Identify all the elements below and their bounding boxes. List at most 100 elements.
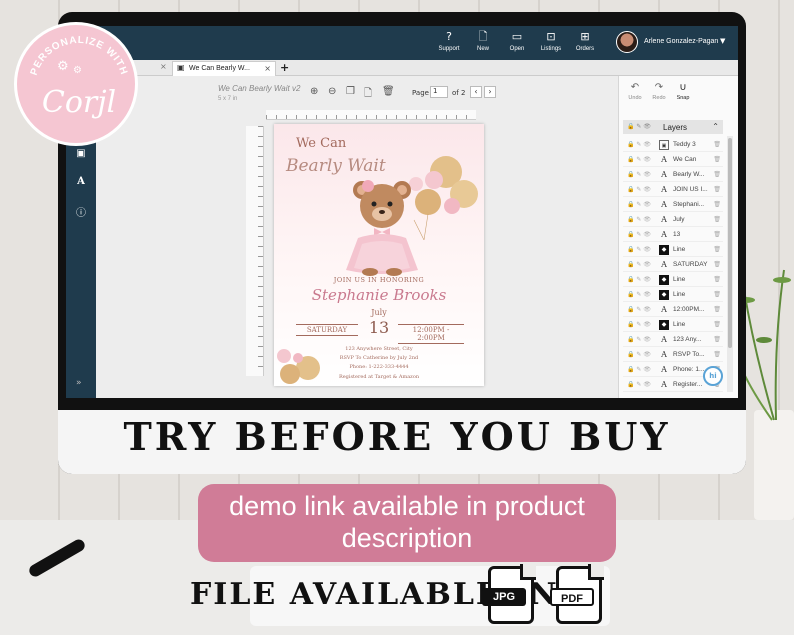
- prev-page-icon[interactable]: ‹: [470, 86, 482, 98]
- chevron-down-icon[interactable]: ▼: [720, 37, 725, 45]
- layer-name: 12:00PM...: [673, 306, 705, 313]
- layer-name: Line: [673, 246, 686, 253]
- copy-icon[interactable]: ❐: [346, 86, 355, 97]
- trash-icon[interactable]: 🗑: [713, 291, 721, 298]
- trash-icon[interactable]: 🗑: [713, 306, 721, 313]
- new-button[interactable]: 🗋 New: [466, 30, 500, 58]
- trash-icon[interactable]: 🗑: [713, 186, 721, 193]
- layers-header[interactable]: 🔒 ✎ 👁 Layers ⌃: [623, 120, 723, 134]
- layer-controls-icon[interactable]: 🔒 ✎ 👁: [627, 321, 651, 328]
- layer-controls-icon[interactable]: 🔒 ✎ 👁: [627, 381, 651, 388]
- layer-name: 13: [673, 231, 681, 238]
- info-icon[interactable]: ⓘ: [74, 204, 88, 219]
- layer-controls-icon[interactable]: 🔒 ✎ 👁: [627, 276, 651, 283]
- tab-document[interactable]: ▣ We Can Bearly W... ×: [172, 61, 276, 76]
- invitation-card[interactable]: We Can Bearly Wait JOIN US IN HONORING S…: [274, 124, 484, 386]
- layer-row[interactable]: 🔒 ✎ 👁 A 13 🗑: [623, 228, 723, 242]
- trash-icon[interactable]: 🗑: [713, 321, 721, 328]
- layer-row[interactable]: 🔒 ✎ 👁 A Bearly W... 🗑: [623, 168, 723, 182]
- add-tab-icon[interactable]: +: [280, 61, 289, 74]
- teddy-bear-illustration[interactable]: [332, 174, 432, 276]
- layer-controls-icon[interactable]: 🔒 ✎ 👁: [627, 186, 651, 193]
- layer-controls-icon[interactable]: 🔒 ✎ 👁: [627, 201, 651, 208]
- layer-controls-icon[interactable]: 🔒 ✎ 👁: [627, 366, 651, 373]
- document-tab-bar: × ▣ We Can Bearly W... × +: [66, 60, 738, 76]
- image-icon[interactable]: ▣: [74, 148, 88, 162]
- card-honoree-name[interactable]: Stephanie Brooks: [274, 286, 484, 304]
- duplicate-page-icon[interactable]: 🗋: [364, 86, 372, 103]
- layer-controls-icon[interactable]: 🔒 ✎ 👁: [627, 231, 651, 238]
- support-button[interactable]: ? Support: [432, 30, 466, 58]
- layer-row[interactable]: 🔒 ✎ 👁 ◆ Line 🗑: [623, 288, 723, 302]
- user-name[interactable]: Arlene Gonzalez-Pagan: [644, 38, 718, 45]
- listings-button[interactable]: ⊡ Listings: [534, 30, 568, 58]
- close-tab-icon[interactable]: ×: [264, 64, 271, 73]
- user-avatar[interactable]: [616, 31, 638, 53]
- pdf-file-icon: PDF: [550, 564, 604, 624]
- trash-icon[interactable]: 🗑: [713, 141, 721, 148]
- trash-icon[interactable]: 🗑: [713, 201, 721, 208]
- trash-icon[interactable]: 🗑: [713, 336, 721, 343]
- next-page-icon[interactable]: ›: [484, 86, 496, 98]
- layer-row[interactable]: 🔒 ✎ 👁 A SATURDAY 🗑: [623, 258, 723, 272]
- trash-icon[interactable]: 🗑: [713, 171, 721, 178]
- expand-icon[interactable]: »: [76, 378, 82, 388]
- trash-icon[interactable]: 🗑: [713, 156, 721, 163]
- document-name[interactable]: We Can Bearly Wait v2: [218, 84, 300, 93]
- layer-controls-icon[interactable]: 🔒 ✎ 👁: [627, 336, 651, 343]
- layer-controls-icon[interactable]: 🔒 ✎ 👁: [627, 351, 651, 358]
- chevron-up-icon[interactable]: ⌃: [712, 122, 719, 131]
- layer-row[interactable]: 🔒 ✎ 👁 A Stephani... 🗑: [623, 198, 723, 212]
- text-layer-icon: A: [661, 335, 667, 344]
- page-number-input[interactable]: 1: [430, 86, 448, 98]
- trash-icon[interactable]: 🗑: [713, 276, 721, 283]
- layer-row[interactable]: 🔒 ✎ 👁 A RSVP To... 🗑: [623, 348, 723, 362]
- open-button[interactable]: ▭ Open: [500, 30, 534, 58]
- snap-button[interactable]: ∪ Snap: [671, 82, 695, 103]
- layer-row[interactable]: 🔒 ✎ 👁 ▣ Teddy 3 🗑: [623, 138, 723, 152]
- layer-row[interactable]: 🔒 ✎ 👁 A We Can 🗑: [623, 153, 723, 167]
- trash-icon[interactable]: 🗑: [713, 246, 721, 253]
- layer-row[interactable]: 🔒 ✎ 👁 ◆ Line 🗑: [623, 273, 723, 287]
- layer-row[interactable]: 🔒 ✎ 👁 ◆ Line 🗑: [623, 318, 723, 332]
- layer-row[interactable]: 🔒 ✎ 👁 A 123 Any... 🗑: [623, 333, 723, 347]
- layer-row[interactable]: 🔒 ✎ 👁 A JOIN US I... 🗑: [623, 183, 723, 197]
- scrollbar-thumb[interactable]: [728, 138, 732, 348]
- orders-button[interactable]: ⊞ Orders: [568, 30, 602, 58]
- layer-row[interactable]: 🔒 ✎ 👁 A 12:00PM... 🗑: [623, 303, 723, 317]
- text-layer-icon: A: [661, 155, 667, 164]
- zoom-out-icon[interactable]: ⊖: [328, 86, 336, 97]
- redo-button[interactable]: ↷ Redo: [647, 82, 671, 103]
- trash-icon[interactable]: 🗑: [713, 216, 721, 223]
- layer-row[interactable]: 🔒 ✎ 👁 ◆ Line 🗑: [623, 243, 723, 257]
- layer-controls-icon[interactable]: 🔒 ✎ 👁: [627, 246, 651, 253]
- corner-balloons-illustration[interactable]: [274, 334, 328, 386]
- layer-controls-icon[interactable]: 🔒 ✎ 👁: [627, 291, 651, 298]
- layer-row[interactable]: 🔒 ✎ 👁 A July 🗑: [623, 213, 723, 227]
- close-icon[interactable]: ×: [160, 62, 167, 71]
- trash-icon[interactable]: 🗑: [713, 261, 721, 268]
- text-tool-icon[interactable]: A: [74, 176, 88, 190]
- undo-button[interactable]: ↶ Undo: [623, 82, 647, 103]
- card-month[interactable]: July: [274, 308, 484, 317]
- layer-controls-icon[interactable]: 🔒 ✎ 👁: [627, 216, 651, 223]
- layer-controls-icon[interactable]: 🔒 ✎ 👁: [627, 261, 651, 268]
- card-title-line2[interactable]: Bearly Wait: [286, 156, 386, 176]
- card-title-line1[interactable]: We Can: [296, 136, 346, 151]
- trash-icon[interactable]: 🗑: [713, 231, 721, 238]
- layer-controls-icon[interactable]: 🔒 ✎ 👁: [627, 306, 651, 313]
- banner-line2: description: [341, 523, 473, 553]
- help-chat-icon[interactable]: hi: [703, 366, 723, 386]
- shape-layer-icon: ◆: [659, 320, 669, 330]
- layer-controls-icon[interactable]: 🔒 ✎ 👁: [627, 171, 651, 178]
- trash-icon[interactable]: 🗑: [382, 86, 395, 97]
- trash-icon[interactable]: 🗑: [713, 351, 721, 358]
- zoom-in-icon[interactable]: ⊕: [310, 86, 318, 97]
- shape-layer-icon: ◆: [659, 275, 669, 285]
- card-time[interactable]: 12:00PM - 2:00PM: [398, 324, 464, 344]
- layers-scrollbar[interactable]: [727, 136, 733, 392]
- card-join-text[interactable]: JOIN US IN HONORING: [274, 276, 484, 284]
- canvas-area: We Can Bearly Wait v2 5 x 7 in ⊕ ⊖ ❐ 🗋 🗑…: [96, 76, 618, 398]
- layer-controls-icon[interactable]: 🔒 ✎ 👁: [627, 156, 651, 163]
- layer-controls-icon[interactable]: 🔒 ✎ 👁: [627, 141, 651, 148]
